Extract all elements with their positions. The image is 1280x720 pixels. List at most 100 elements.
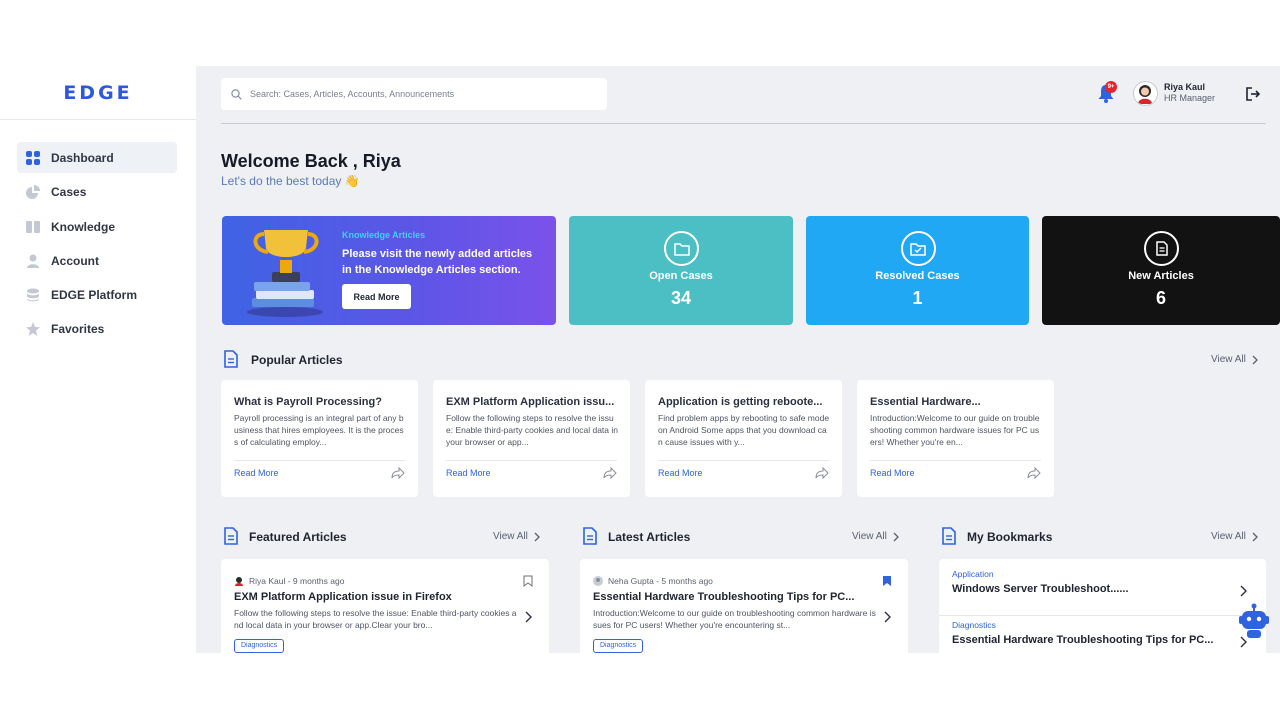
category-tag[interactable]: Diagnostics [593, 639, 644, 653]
divider [446, 460, 617, 461]
logo[interactable]: EDGE [0, 66, 196, 120]
view-all-label: View All [1211, 354, 1246, 365]
article-meta: Neha Gupta - 5 months ago [593, 576, 713, 586]
author-avatar-icon [593, 576, 603, 586]
avatar[interactable] [1133, 81, 1158, 106]
bookmark-item[interactable]: Diagnostics Essential Hardware Troublesh… [939, 610, 1266, 653]
sidebar-item-label: Favorites [51, 321, 105, 336]
category-tag[interactable]: Diagnostics [234, 639, 285, 653]
latest-articles-title: Latest Articles [608, 530, 691, 544]
divider [658, 460, 829, 461]
author-avatar-icon [235, 577, 243, 586]
sidebar-item-label: Knowledge [51, 219, 116, 234]
folder-icon [664, 231, 699, 266]
bookmarks-view-all-link[interactable]: View All [1211, 531, 1258, 542]
notification-badge: 9+ [1105, 81, 1117, 93]
search-input[interactable]: Search: Cases, Articles, Accounts, Annou… [221, 78, 607, 110]
document-icon [224, 527, 238, 545]
article-title: Essential Hardware Troubleshooting Tips … [593, 591, 855, 603]
sidebar-item-knowledge[interactable]: Knowledge [17, 211, 177, 242]
popular-view-all-link[interactable]: View All [1211, 354, 1258, 365]
resolved-cases-card[interactable]: Resolved Cases 1 [806, 216, 1029, 325]
read-more-link[interactable]: Read More [234, 468, 279, 478]
read-more-link[interactable]: Read More [446, 468, 491, 478]
banner-title: Knowledge Articles [342, 230, 426, 240]
sidebar-item-favorites[interactable]: Favorites [17, 313, 177, 344]
sidebar-item-label: Account [51, 253, 99, 268]
sidebar-item-label: EDGE Platform [51, 287, 138, 302]
chevron-right-icon [1240, 585, 1247, 597]
featured-view-all-link[interactable]: View All [493, 531, 540, 542]
open-cases-card[interactable]: Open Cases 34 [569, 216, 793, 325]
logo-text: EDGE [63, 81, 133, 104]
document-icon [224, 350, 238, 368]
read-more-button[interactable]: Read More [342, 284, 411, 309]
logout-icon[interactable] [1244, 85, 1262, 103]
document-icon [1144, 231, 1179, 266]
share-icon[interactable] [603, 466, 617, 480]
featured-article-card[interactable]: Riya Kaul - 9 months ago EXM Platform Ap… [221, 559, 549, 653]
sidebar-item-edge-platform[interactable]: EDGE Platform [17, 279, 177, 310]
page-subtitle: Let's do the best today 👋 [221, 174, 360, 188]
sidebar-item-cases[interactable]: Cases [17, 176, 177, 207]
user-role: HR Manager [1164, 93, 1216, 103]
stat-label: Open Cases [649, 270, 713, 282]
popular-article-card[interactable]: Essential Hardware... Introduction:Welco… [857, 380, 1054, 497]
trophy-icon [247, 230, 323, 317]
stat-value: 1 [912, 288, 923, 308]
popular-article-card[interactable]: EXM Platform Application issu... Follow … [433, 380, 630, 497]
view-all-label: View All [1211, 531, 1246, 542]
article-title: EXM Platform Application issu... [446, 396, 615, 408]
chevron-right-icon [1252, 532, 1258, 541]
user-icon [25, 253, 41, 269]
sidebar-item-dashboard[interactable]: Dashboard [17, 142, 177, 173]
book-icon [25, 219, 41, 235]
popular-articles-title: Popular Articles [251, 353, 343, 367]
star-icon [25, 321, 41, 337]
article-title: EXM Platform Application issue in Firefo… [234, 591, 452, 603]
popular-article-card[interactable]: Application is getting reboote... Find p… [645, 380, 842, 497]
divider [234, 460, 405, 461]
popular-article-card[interactable]: What is Payroll Processing? Payroll proc… [221, 380, 418, 497]
latest-view-all-link[interactable]: View All [852, 531, 899, 542]
header-divider [221, 123, 1266, 124]
bookmark-filled-icon[interactable] [882, 575, 892, 587]
share-icon[interactable] [1027, 466, 1041, 480]
view-all-label: View All [493, 531, 528, 542]
share-icon[interactable] [815, 466, 829, 480]
article-title: Essential Hardware... [870, 396, 981, 408]
stat-label: New Articles [1128, 270, 1194, 282]
chevron-right-icon[interactable] [882, 611, 892, 623]
main-content: Search: Cases, Articles, Accounts, Annou… [196, 66, 1280, 653]
my-bookmarks-title: My Bookmarks [967, 530, 1053, 544]
chevron-right-icon[interactable] [523, 611, 533, 623]
grid-icon [25, 150, 41, 166]
sidebar: EDGE Dashboard Cases Knowledge Account E… [0, 66, 196, 653]
bookmark-title: Essential Hardware Troubleshooting Tips … [952, 634, 1214, 646]
sidebar-item-label: Cases [51, 184, 87, 199]
latest-article-card[interactable]: Neha Gupta - 5 months ago Essential Hard… [580, 559, 908, 653]
app-frame: EDGE Dashboard Cases Knowledge Account E… [0, 66, 1280, 653]
bookmark-category: Diagnostics [952, 620, 996, 630]
search-icon [231, 88, 242, 100]
article-meta-text: Neha Gupta - 5 months ago [608, 576, 713, 586]
divider [870, 460, 1041, 461]
article-excerpt: Payroll processing is an integral part o… [234, 413, 404, 447]
bookmark-item[interactable]: Application Windows Server Troubleshoot.… [939, 559, 1266, 609]
share-icon[interactable] [391, 466, 405, 480]
sidebar-item-account[interactable]: Account [17, 245, 177, 276]
knowledge-articles-banner: Knowledge Articles Please visit the newl… [222, 216, 556, 325]
article-excerpt: Introduction:Welcome to our guide on tro… [870, 413, 1040, 447]
chevron-right-icon [893, 532, 899, 541]
read-more-link[interactable]: Read More [870, 468, 915, 478]
chatbot-icon[interactable] [1239, 603, 1269, 639]
bookmark-icon[interactable] [523, 575, 533, 587]
read-more-link[interactable]: Read More [658, 468, 703, 478]
sidebar-item-label: Dashboard [51, 150, 114, 165]
article-title: What is Payroll Processing? [234, 396, 382, 408]
stat-value: 6 [1155, 288, 1166, 308]
bookmark-title: Windows Server Troubleshoot...... [952, 583, 1129, 595]
folder-check-icon [900, 231, 936, 266]
new-articles-card[interactable]: New Articles 6 [1042, 216, 1280, 325]
chevron-right-icon [534, 532, 540, 541]
